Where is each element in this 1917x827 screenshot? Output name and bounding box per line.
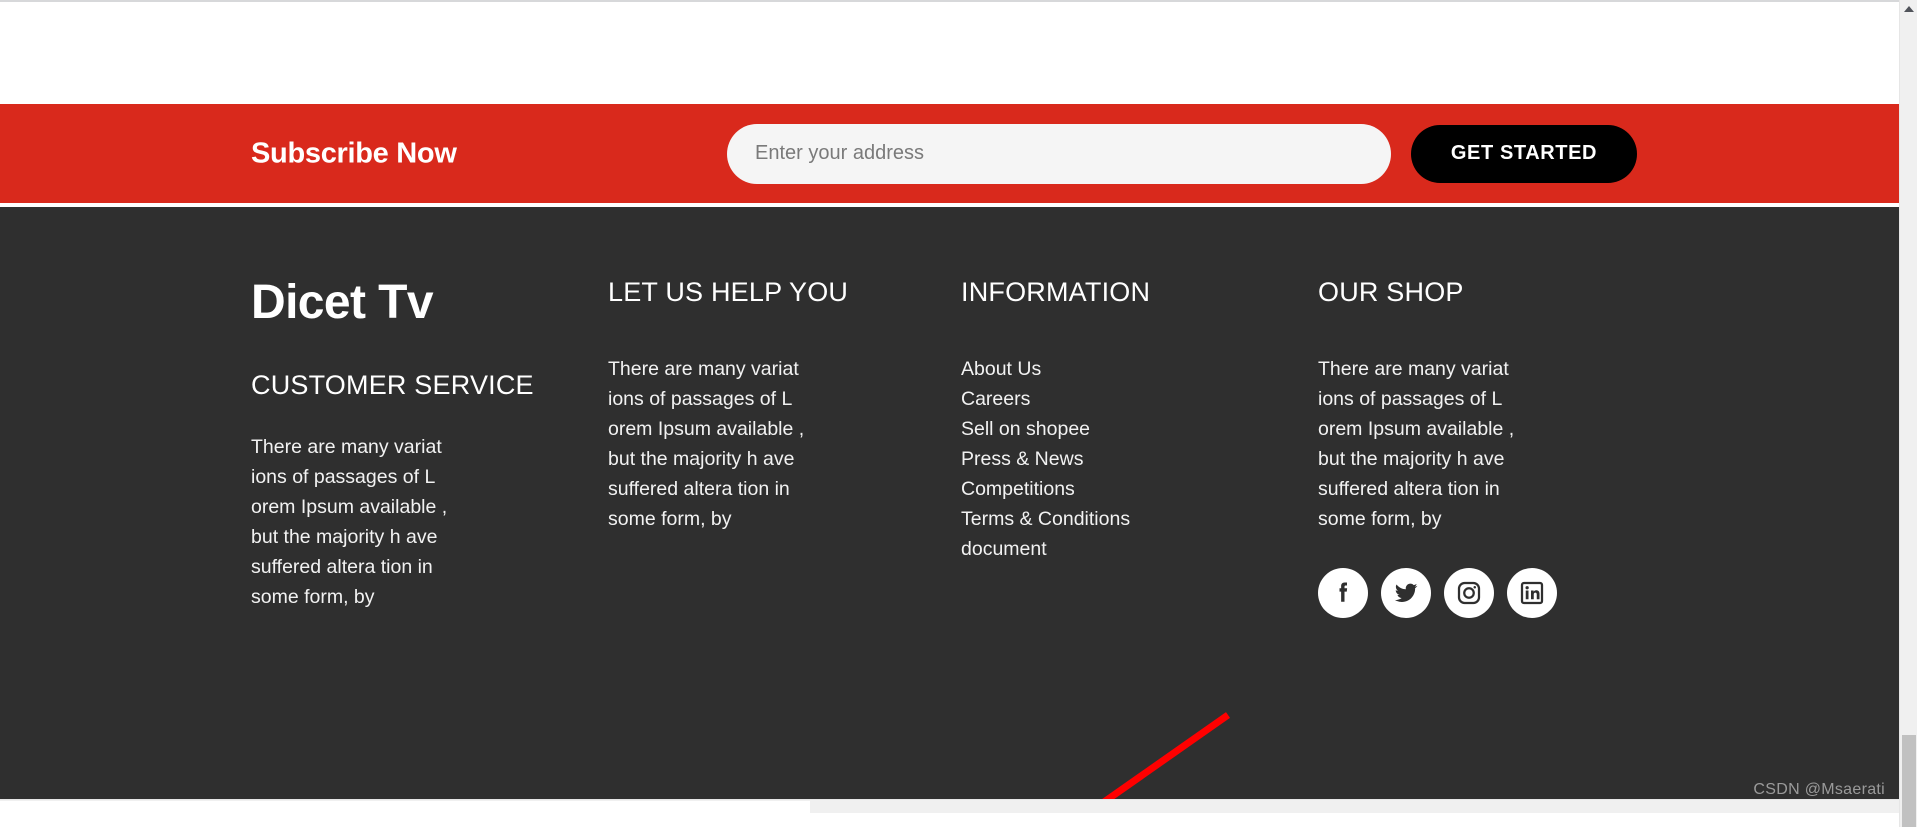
twitter-button[interactable] [1381,568,1431,618]
brand-logo: Dicet Tv [251,276,434,329]
facebook-icon [1328,578,1358,608]
let-us-help-you-body: There are many variat ions of passages o… [608,358,805,530]
twitter-icon [1391,578,1421,608]
link-sell-on-shopee[interactable]: Sell on shopee [961,418,1090,440]
link-press-and-news[interactable]: Press & News [961,448,1083,470]
list-item: About Us [961,354,1221,384]
get-started-button[interactable]: GET STARTED [1411,124,1637,183]
list-item: Competitions [961,474,1221,504]
list-item: document [961,534,1221,564]
list-item: Sell on shopee [961,414,1221,444]
horizontal-scrollbar[interactable] [0,799,1899,813]
list-item: Careers [961,384,1221,414]
our-shop-body: There are many variat ions of passages o… [1318,358,1515,530]
link-competitions[interactable]: Competitions [961,478,1075,500]
footer-column-help: LET US HELP YOU There are many variat io… [608,277,848,534]
information-heading: INFORMATION [961,277,1151,307]
subscribe-banner-inner: Subscribe Now GET STARTED [0,104,1899,203]
vertical-scrollbar[interactable] [1899,0,1917,827]
vertical-scrollbar-thumb[interactable] [1902,735,1916,827]
linkedin-icon [1517,578,1547,608]
csdn-watermark: CSDN @Msaerati [1753,781,1885,798]
page-viewport: Subscribe Now GET STARTED Dicet Tv CUSTO… [0,0,1899,813]
social-links [1318,568,1568,618]
footer-column-shop: OUR SHOP There are many variat ions of p… [1318,277,1568,618]
link-careers[interactable]: Careers [961,388,1030,410]
link-terms-and-conditions[interactable]: Terms & Conditions [961,508,1130,530]
our-shop-heading: OUR SHOP [1318,277,1464,307]
footer-column-brand: Dicet Tv CUSTOMER SERVICE There are many… [251,276,551,612]
subscribe-email-input[interactable] [727,123,1391,184]
horizontal-scrollbar-thumb[interactable] [0,801,810,813]
customer-service-body: There are many variat ions of passages o… [251,435,448,608]
instagram-button[interactable] [1444,568,1494,618]
scroll-up-arrow-icon[interactable] [1900,0,1917,18]
list-item: Terms & Conditions [961,504,1221,534]
page-top-whitespace [0,2,1899,104]
linkedin-button[interactable] [1507,568,1557,618]
footer-columns: Dicet Tv CUSTOMER SERVICE There are many… [0,207,1899,813]
information-link-list: About Us Careers Sell on shopee Press & … [961,354,1221,564]
site-footer: Dicet Tv CUSTOMER SERVICE There are many… [0,207,1899,813]
instagram-icon [1454,578,1484,608]
let-us-help-you-heading: LET US HELP YOU [608,277,849,307]
subscribe-banner: Subscribe Now GET STARTED [0,104,1899,203]
list-item: Press & News [961,444,1221,474]
link-about-us[interactable]: About Us [961,358,1041,380]
link-document[interactable]: document [961,538,1047,560]
facebook-button[interactable] [1318,568,1368,618]
footer-column-information: INFORMATION About Us Careers Sell on sho… [961,277,1221,564]
customer-service-heading: CUSTOMER SERVICE [251,369,534,400]
subscribe-title: Subscribe Now [251,137,457,169]
